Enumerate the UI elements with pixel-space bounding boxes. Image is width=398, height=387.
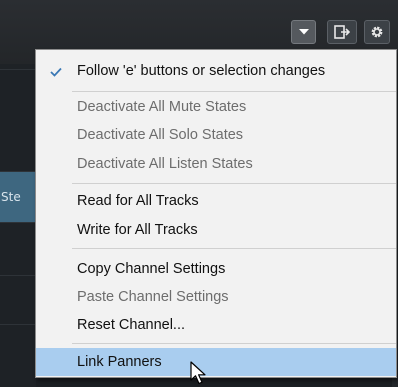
check-icon	[48, 58, 64, 85]
menu-item-write-all-tracks[interactable]: Write for All Tracks	[36, 217, 396, 244]
menu-item-label: Follow 'e' buttons or selection changes	[77, 63, 326, 79]
menu-item-deactivate-mute[interactable]: Deactivate All Mute States	[36, 94, 396, 121]
menu-separator	[72, 91, 396, 92]
gear-icon	[371, 26, 383, 38]
menu-item-deactivate-listen[interactable]: Deactivate All Listen States	[36, 151, 396, 178]
dropdown-button[interactable]	[291, 20, 316, 44]
menu-separator	[72, 183, 396, 184]
menu-item-link-panners[interactable]: Link Panners	[36, 348, 396, 376]
menu-item-paste-channel-settings[interactable]: Paste Channel Settings	[36, 284, 396, 311]
menu-item-label: Link Panners	[77, 354, 162, 370]
menu-item-label: Write for All Tracks	[77, 222, 198, 238]
export-button[interactable]	[327, 20, 357, 44]
menu-item-label: Paste Channel Settings	[77, 289, 229, 305]
menu-separator	[72, 343, 396, 344]
menu-item-follow-e-buttons[interactable]: Follow 'e' buttons or selection changes	[36, 58, 396, 85]
menu-item-label: Read for All Tracks	[77, 193, 199, 209]
mouse-cursor-icon	[190, 361, 206, 385]
context-menu: Follow 'e' buttons or selection changes …	[35, 49, 397, 378]
menu-item-copy-channel-settings[interactable]: Copy Channel Settings	[36, 256, 396, 283]
menu-item-label: Deactivate All Listen States	[77, 156, 253, 172]
menu-item-read-all-tracks[interactable]: Read for All Tracks	[36, 188, 396, 215]
export-icon	[334, 25, 350, 39]
track-name-selected[interactable]: Ste	[0, 172, 36, 222]
settings-button[interactable]	[364, 20, 390, 44]
menu-item-label: Deactivate All Solo States	[77, 127, 244, 143]
menu-item-label: Reset Channel...	[77, 317, 186, 333]
menu-item-deactivate-solo[interactable]: Deactivate All Solo States	[36, 122, 396, 149]
menu-item-label: Copy Channel Settings	[77, 261, 226, 277]
menu-item-reset-channel[interactable]: Reset Channel...	[36, 312, 396, 339]
track-list: Ste	[0, 64, 36, 387]
menu-separator	[72, 248, 396, 249]
menu-item-label: Deactivate All Mute States	[77, 99, 247, 115]
chevron-down-icon	[298, 29, 309, 35]
